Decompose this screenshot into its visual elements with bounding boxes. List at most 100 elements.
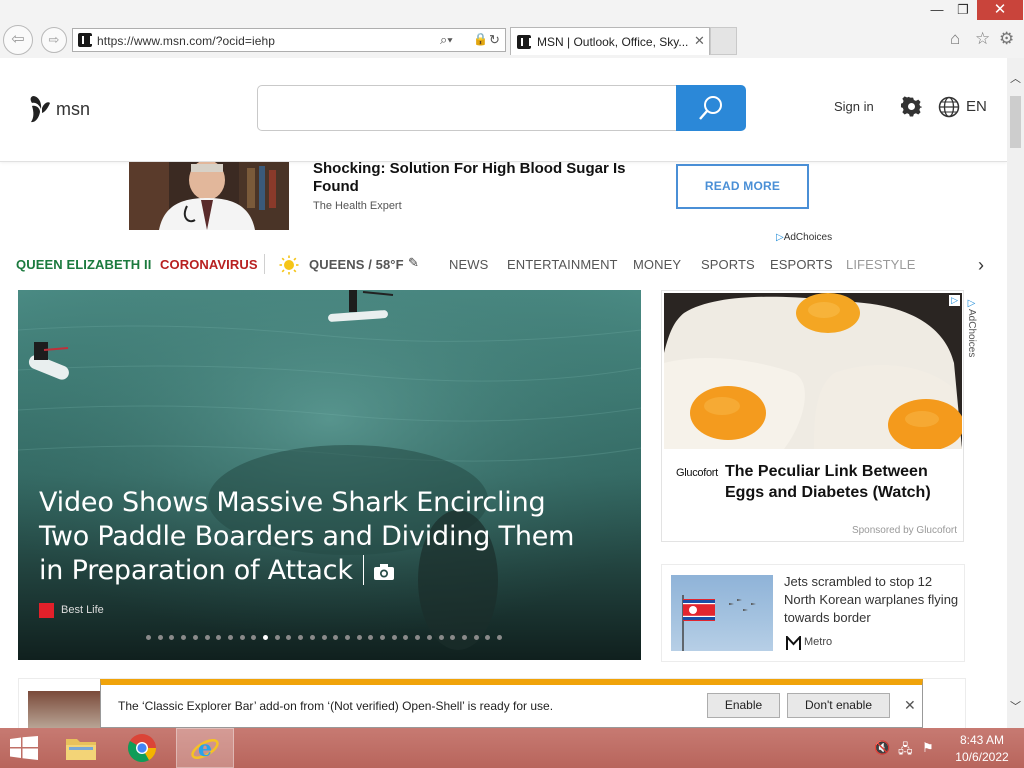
slide-dot[interactable] (146, 635, 151, 640)
slide-dot[interactable] (497, 635, 502, 640)
url-text[interactable]: https://www.msn.com/?ocid=iehp (97, 34, 275, 48)
slide-dot[interactable] (391, 635, 397, 640)
nav-item-weather[interactable]: QUEENS / 58°F (309, 257, 404, 272)
clock-time[interactable]: 8:43 AM (952, 733, 1012, 747)
enable-button[interactable]: Enable (707, 693, 780, 718)
slide-dot[interactable] (473, 635, 479, 640)
nav-item-sports[interactable]: SPORTS (701, 257, 755, 272)
ad-title[interactable]: The Peculiar Link Between Eggs and Diabe… (725, 461, 955, 503)
slide-dot[interactable] (426, 635, 432, 640)
back-button[interactable]: ⇦ (3, 25, 33, 55)
clock-date[interactable]: 10/6/2022 (952, 750, 1012, 764)
best-life-logo-icon (39, 603, 54, 618)
file-explorer-taskbar-button[interactable] (52, 728, 110, 768)
search-button[interactable] (676, 85, 746, 131)
sign-in-link[interactable]: Sign in (834, 99, 874, 114)
edit-pencil-icon[interactable]: ✎ (408, 255, 419, 271)
scroll-up-icon[interactable]: ︿ (1010, 70, 1021, 86)
search-icon (699, 96, 722, 120)
slide-dot[interactable] (309, 635, 315, 640)
ad-info-icon[interactable]: ▷ (949, 295, 960, 306)
notification-close-icon[interactable]: ✕ (904, 697, 916, 714)
nav-item-esports[interactable]: ESPORTS (770, 257, 833, 272)
slide-dot[interactable] (461, 635, 467, 640)
nav-item-coronavirus[interactable]: CORONAVIRUS (160, 257, 258, 272)
scroll-thumb[interactable] (1010, 96, 1021, 148)
read-more-button[interactable]: READ MORE (676, 164, 809, 209)
slide-dot[interactable] (239, 635, 245, 640)
new-tab-button[interactable] (710, 27, 737, 55)
nav-item-lifestyle[interactable]: LIFESTYLE (846, 257, 916, 272)
nav-item-money[interactable]: MONEY (633, 257, 681, 272)
home-icon[interactable]: ⌂ (950, 29, 960, 49)
chevron-right-icon[interactable]: › (978, 255, 984, 276)
slide-dot[interactable] (274, 635, 280, 640)
nav-item-news[interactable]: NEWS (449, 257, 488, 272)
adchoices-icon: ▷ (966, 298, 977, 309)
slide-dot[interactable] (263, 635, 268, 640)
nav-item-entertainment[interactable]: ENTERTAINMENT (507, 257, 618, 272)
action-center-flag-icon[interactable]: ⚑ (922, 740, 934, 756)
favorites-star-icon[interactable]: ☆ (975, 29, 990, 49)
slide-dot[interactable] (321, 635, 327, 640)
ad-image: ▷ (664, 293, 962, 449)
hero-title-text[interactable]: Video Shows Massive Shark Encircling Two… (39, 487, 574, 586)
language-selector[interactable]: EN (966, 98, 987, 115)
taskbar: e 🔇 🖧 ⚑ 8:43 AM 10/6/2022 (0, 728, 1024, 768)
settings-gear-icon[interactable] (901, 96, 922, 117)
hero-story[interactable]: Video Shows Massive Shark Encircling Two… (18, 290, 641, 660)
address-bar[interactable]: https://www.msn.com/?ocid=iehp ⌕▾ 🔒 ↻ (72, 28, 506, 52)
slide-dot[interactable] (344, 635, 350, 640)
news-source: Metro (804, 636, 833, 648)
refresh-icon[interactable]: ↻ (489, 32, 500, 48)
slide-dot[interactable] (192, 635, 198, 640)
scroll-down-icon[interactable]: ﹀ (1010, 698, 1021, 714)
news-image (671, 575, 773, 651)
slide-dot[interactable] (380, 635, 385, 640)
hero-title[interactable]: Video Shows Massive Shark Encircling Two… (39, 486, 599, 588)
slide-dot[interactable] (356, 635, 362, 640)
adchoices-icon: ▷ (776, 232, 784, 243)
adchoices-link[interactable]: ▷AdChoices (776, 232, 832, 243)
nav-divider (264, 254, 265, 274)
slide-dot[interactable] (438, 635, 444, 640)
msn-butterfly-icon[interactable] (29, 94, 51, 124)
tab-msn[interactable]: MSN | Outlook, Office, Sky... ✕ (510, 27, 710, 55)
page-viewport: msn Sign in EN Shocking: Solution For Hi… (0, 58, 1007, 728)
slide-dot[interactable] (157, 635, 163, 640)
slide-dot[interactable] (227, 635, 233, 640)
tab-close-icon[interactable]: ✕ (694, 33, 705, 49)
minimize-button[interactable]: — (925, 0, 949, 20)
category-nav: QUEEN ELIZABETH II CORONAVIRUS QUEENS / … (0, 254, 1007, 276)
adchoices-side-link[interactable]: ▷AdChoices (966, 298, 977, 357)
globe-icon[interactable] (938, 96, 960, 118)
window-close-button[interactable]: ✕ (977, 0, 1023, 20)
slide-dot[interactable] (204, 635, 210, 640)
msn-header: msn Sign in EN (0, 58, 1007, 162)
gear-icon[interactable]: ⚙ (999, 29, 1014, 49)
lock-icon[interactable]: 🔒 (473, 32, 488, 46)
dont-enable-button[interactable]: Don't enable (787, 693, 890, 718)
msn-logo-text[interactable]: msn (56, 99, 90, 120)
browser-chrome: — ❐ ✕ ⇦ ⇨ https://www.msn.com/?ocid=iehp… (0, 0, 1024, 58)
top-ad-title[interactable]: Shocking: Solution For High Blood Sugar … (313, 160, 653, 196)
restore-button[interactable]: ❐ (951, 0, 975, 20)
news-title[interactable]: Jets scrambled to stop 12 North Korean w… (784, 573, 959, 627)
page-scrollbar[interactable]: ︿ ﹀ (1007, 58, 1024, 728)
adchoices-side-label: AdChoices (966, 309, 977, 358)
sun-weather-icon[interactable] (279, 255, 299, 275)
news-card[interactable]: Jets scrambled to stop 12 North Korean w… (661, 564, 965, 662)
volume-muted-icon[interactable]: 🔇 (874, 740, 890, 756)
nav-item-queen-elizabeth[interactable]: QUEEN ELIZABETH II (16, 257, 151, 272)
network-icon[interactable]: 🖧 (898, 740, 913, 762)
chrome-icon (128, 734, 156, 762)
search-input[interactable] (257, 85, 677, 131)
search-dropdown-icon[interactable]: ⌕▾ (440, 32, 453, 48)
next-story-image (28, 691, 100, 728)
internet-explorer-taskbar-button[interactable]: e (176, 728, 234, 768)
sponsored-ad-card[interactable]: ▷ Glucofort The Peculiar Link Between Eg… (661, 290, 964, 542)
forward-button[interactable]: ⇨ (41, 27, 67, 53)
chrome-taskbar-button[interactable] (114, 728, 172, 768)
top-ad-image[interactable] (129, 162, 289, 230)
windows-start-icon[interactable] (10, 736, 38, 760)
